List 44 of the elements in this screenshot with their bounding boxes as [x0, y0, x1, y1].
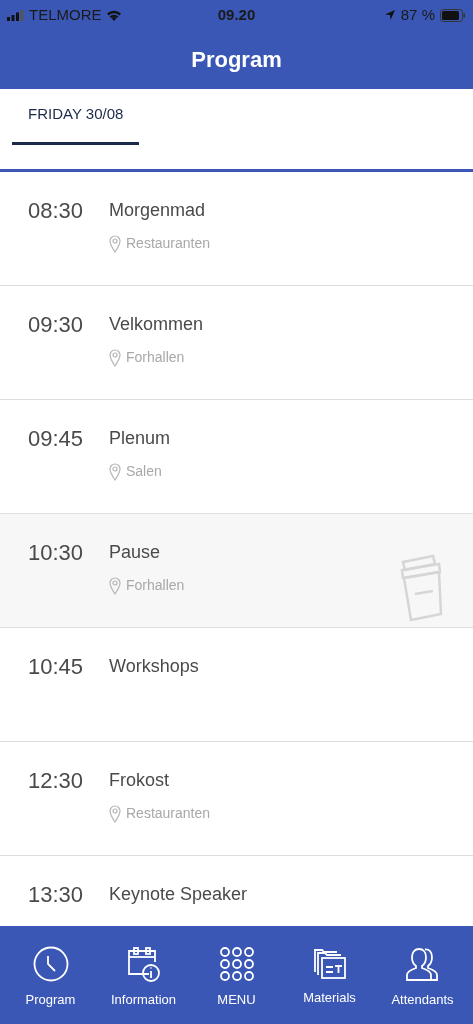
day-tab[interactable]: FRIDAY 30/08: [12, 87, 140, 145]
session-title: Plenum: [109, 427, 171, 450]
session-title: Pause: [109, 541, 162, 564]
session-time: 13:30: [28, 882, 85, 909]
location-arrow-icon: [383, 9, 396, 21]
session-location: Restauranten: [126, 804, 211, 823]
location-pin-icon: [109, 576, 121, 595]
tab-bar-item[interactable]: Materials: [284, 946, 375, 1008]
carrier-name: TELMORE: [29, 4, 102, 25]
session-location: Forhallen: [126, 576, 185, 595]
session-location: Salen: [126, 462, 162, 481]
tab-bar-item[interactable]: Attendants: [377, 946, 468, 1010]
tab-bar-item[interactable]: MENU: [191, 946, 282, 1010]
tab-bar-item[interactable]: Information: [98, 946, 189, 1010]
calendar-info-icon: [126, 946, 161, 982]
session-location: Forhallen: [126, 348, 185, 367]
location-pin-icon: [109, 462, 121, 481]
signal-icon: [7, 9, 25, 21]
documents-folder-icon: [312, 946, 347, 980]
location-pin-icon: [109, 348, 121, 367]
session-time: 10:30: [28, 540, 85, 567]
session-location: Restauranten: [126, 234, 211, 253]
clock-icon: [32, 946, 69, 982]
battery-icon: [440, 8, 466, 22]
session-time: 12:30: [28, 768, 85, 795]
session-title: Workshops: [109, 655, 199, 678]
session-time: 09:45: [28, 426, 85, 453]
people-icon: [404, 946, 441, 982]
session-time: 08:30: [28, 198, 85, 225]
grid-menu-icon: [219, 946, 254, 982]
battery-percentage: 87 %: [400, 4, 435, 25]
session-time: 09:30: [28, 312, 85, 339]
location-pin-icon: [109, 234, 121, 253]
clock-time: 09.20: [217, 4, 256, 25]
session-time: 10:45: [28, 654, 85, 681]
session-title: Keynote Speaker: [109, 883, 248, 906]
session-title: Morgenmad: [109, 199, 207, 222]
session-title: Frokost: [109, 769, 170, 792]
session-title: Velkommen: [109, 313, 204, 336]
tab-bar-item[interactable]: Program: [5, 946, 96, 1010]
location-pin-icon: [109, 804, 121, 823]
wifi-icon: [105, 9, 122, 21]
coffee-cup-icon: [399, 554, 443, 624]
page-title: Program: [191, 46, 282, 74]
